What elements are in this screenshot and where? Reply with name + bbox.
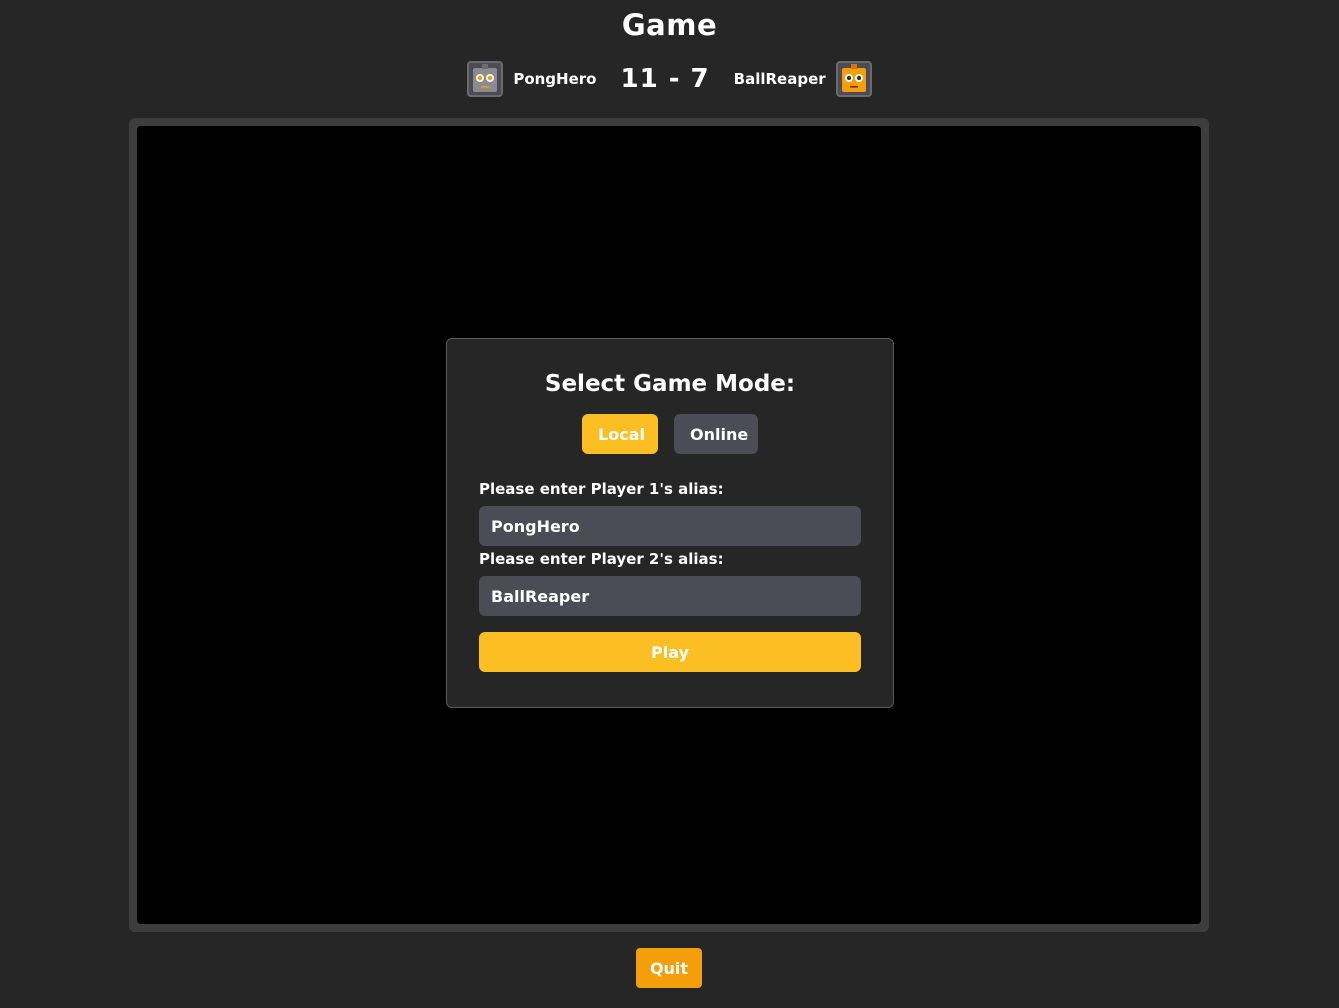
online-mode-button[interactable]: Online xyxy=(674,414,758,454)
score-display: 11 - 7 xyxy=(620,64,710,94)
play-button[interactable]: Play xyxy=(479,632,861,672)
player2-alias-input[interactable] xyxy=(479,576,861,616)
scoreboard: PongHero 11 - 7 BallReaper xyxy=(0,61,1339,97)
player1-name: PongHero xyxy=(513,70,597,88)
player1-alias-label: Please enter Player 1's alias: xyxy=(479,480,724,498)
game-canvas[interactable]: Select Game Mode: Local Online Please en… xyxy=(137,126,1201,924)
player2-alias-label: Please enter Player 2's alias: xyxy=(479,550,724,568)
orange-robot-icon xyxy=(841,64,866,92)
dialog-title: Select Game Mode: xyxy=(544,371,796,397)
player1-alias-input[interactable] xyxy=(479,506,861,546)
game-frame: Select Game Mode: Local Online Please en… xyxy=(129,118,1209,932)
game-mode-dialog: Select Game Mode: Local Online Please en… xyxy=(446,338,894,708)
local-mode-button[interactable]: Local xyxy=(582,414,658,454)
player2-name: BallReaper xyxy=(733,70,826,88)
player1-avatar xyxy=(467,61,504,97)
player2-avatar xyxy=(835,61,872,97)
gray-robot-icon xyxy=(473,64,498,92)
page-title: Game xyxy=(621,8,718,42)
quit-button[interactable]: Quit xyxy=(636,948,702,988)
mode-selector: Local Online xyxy=(479,414,861,454)
